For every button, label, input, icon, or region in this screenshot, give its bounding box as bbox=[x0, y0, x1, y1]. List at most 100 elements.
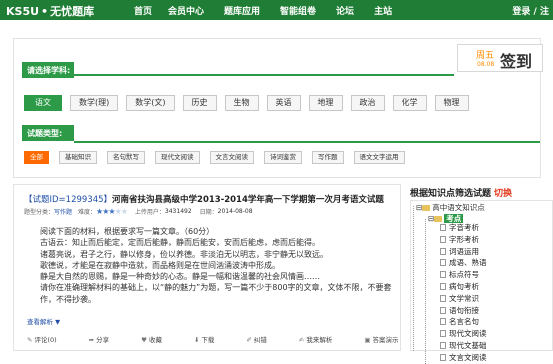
download-button[interactable]: ⬇ 下载 bbox=[194, 334, 230, 344]
tree-header-text: 根据知识点筛选试题 bbox=[410, 189, 492, 199]
tree-leaves: 字音考析 字形考析 词语运用 成语、熟语 标点符号 病句考析 文学常识 语句衔接… bbox=[440, 222, 487, 364]
subject-geography[interactable]: 地理 bbox=[308, 95, 343, 111]
subject-politics[interactable]: 政治 bbox=[350, 95, 385, 111]
login-link[interactable]: 登录 bbox=[512, 7, 530, 17]
type-section-title: 试题类型: bbox=[22, 125, 74, 141]
auth-links: 登录 / 注 bbox=[512, 4, 549, 17]
logo-name: 无忧题库 bbox=[50, 5, 95, 18]
type-classical-reading[interactable]: 文言文阅读 bbox=[209, 151, 254, 164]
subject-section-divider bbox=[74, 74, 454, 76]
type-language-use[interactable]: 语文文字运用 bbox=[353, 151, 405, 164]
subject-physics[interactable]: 物理 bbox=[434, 95, 469, 111]
tree-guide-line bbox=[413, 206, 414, 351]
body-line: 阅读下面的材料，根据要求写一篇文章。（60分） bbox=[40, 227, 215, 236]
type-famous-lines[interactable]: 名句默写 bbox=[107, 151, 145, 164]
question-body: 阅读下面的材料，根据要求写一篇文章。（60分） 古语云：知止而后能定，定而后能静… bbox=[40, 226, 396, 305]
nav-main-site[interactable]: 主站 bbox=[374, 4, 392, 17]
nav-member-center[interactable]: 会员中心 bbox=[168, 4, 204, 17]
subject-history[interactable]: 历史 bbox=[182, 95, 217, 111]
subject-english[interactable]: 英语 bbox=[266, 95, 301, 111]
type-label: 题型分类： bbox=[24, 209, 55, 216]
share-button[interactable]: ➦ 分享 bbox=[89, 334, 125, 344]
nav-home[interactable]: 首页 bbox=[134, 4, 152, 17]
date-label: 日期： bbox=[199, 209, 218, 216]
upload-user-label: 上传用户： bbox=[134, 209, 165, 216]
body-line: 请你在准确理解材料的基础上，以“静的魅力”为题，写一篇不少于800字的文章，文体… bbox=[40, 283, 392, 304]
type-section-divider bbox=[74, 141, 540, 143]
subject-math-arts[interactable]: 数学(文) bbox=[126, 95, 175, 111]
sign-date: 08.08 bbox=[477, 61, 495, 68]
tree-leaf[interactable]: 文学常识 bbox=[440, 293, 487, 305]
edit-icon: ✍ bbox=[298, 336, 305, 344]
sign-in-button[interactable]: 签到 bbox=[500, 48, 532, 72]
heart-icon: ♥ bbox=[141, 336, 147, 344]
document-icon bbox=[440, 294, 446, 302]
type-basics[interactable]: 基础知识 bbox=[59, 151, 97, 164]
comment-icon: ✎ bbox=[27, 336, 33, 344]
auth-separator: / bbox=[533, 7, 537, 17]
body-line: 静是大自然的恩赐，静是一种奇妙的心态。静是一幅和谐温馨的社会风情画…… bbox=[40, 272, 320, 282]
tree-leaf[interactable]: 字音考析 bbox=[440, 222, 487, 234]
tree-guide-line-inner bbox=[425, 219, 426, 364]
document-icon bbox=[440, 353, 446, 361]
nav-smart-paper[interactable]: 智能组卷 bbox=[280, 4, 316, 17]
tree-leaf[interactable]: 字形考析 bbox=[440, 234, 487, 246]
tree-leaf[interactable]: 名言名句 bbox=[440, 316, 487, 328]
analyze-button[interactable]: ✍ 我来解析 bbox=[299, 334, 348, 344]
tree-leaf[interactable]: 文言文阅读 bbox=[440, 352, 487, 364]
subject-chemistry[interactable]: 化学 bbox=[392, 95, 427, 111]
subject-math-science[interactable]: 数学(理) bbox=[70, 95, 119, 111]
correction-button[interactable]: ✐ 纠错 bbox=[246, 334, 282, 344]
site-logo[interactable]: KS5U • 无忧题库 bbox=[6, 3, 94, 19]
type-list: 全部 基础知识 名句默写 现代文阅读 文言文阅读 诗词鉴赏 写作题 语文文字运用 bbox=[24, 151, 415, 164]
body-line: 歌德说，才能是在寂静中造就，而品格则是在世间汹涌波涛中形成。 bbox=[40, 260, 280, 270]
document-icon bbox=[440, 224, 446, 231]
type-poetry[interactable]: 诗词鉴赏 bbox=[264, 151, 302, 164]
view-analysis-link[interactable]: 查看解析 ▼ bbox=[27, 316, 60, 326]
subject-chinese[interactable]: 语文 bbox=[24, 95, 62, 111]
tree-leaf[interactable]: 词语运用 bbox=[440, 246, 487, 258]
nav-bank-apps[interactable]: 题库应用 bbox=[224, 4, 260, 17]
type-modern-reading[interactable]: 现代文阅读 bbox=[155, 151, 200, 164]
logo-dot: • bbox=[41, 5, 49, 18]
nav-forum[interactable]: 论坛 bbox=[336, 4, 354, 17]
tree-header: 根据知识点筛选试题 切换 bbox=[410, 186, 512, 199]
question-actions: ✎ 评论(0) ➦ 分享 ♥ 收藏 ⬇ 下载 ✐ 纠错 ✍ 我来解析 ▣ 答案演示 bbox=[27, 334, 430, 344]
document-icon bbox=[440, 282, 446, 290]
tree-root-node[interactable]: ⊟ 高中语文知识点 bbox=[416, 202, 485, 213]
document-icon bbox=[440, 235, 446, 243]
share-icon: ➦ bbox=[88, 336, 95, 344]
type-value[interactable]: 写作题 bbox=[54, 207, 72, 216]
main-nav: 首页 会员中心 题库应用 智能组卷 论坛 主站 bbox=[134, 4, 412, 17]
subject-section-title: 请选择学科: bbox=[22, 62, 74, 78]
tree-leaf[interactable]: 语句衔接 bbox=[440, 305, 487, 317]
pencil-icon: ✐ bbox=[246, 336, 252, 344]
tree-leaf[interactable]: 成语、熟语 bbox=[440, 257, 487, 269]
document-icon bbox=[440, 259, 446, 267]
tree-leaf[interactable]: 标点符号 bbox=[440, 269, 487, 281]
sign-in-box[interactable]: 周五 08.08 签到 bbox=[457, 44, 543, 72]
date-value: 2014-08-08 bbox=[217, 208, 253, 215]
answer-demo-button[interactable]: ▣ 答案演示 bbox=[364, 334, 414, 344]
comment-button[interactable]: ✎ 评论(0) bbox=[27, 334, 73, 344]
tree-leaf[interactable]: 病句考析 bbox=[440, 281, 487, 293]
document-icon bbox=[440, 306, 446, 314]
sign-week: 周五 bbox=[476, 51, 495, 61]
tree-leaf[interactable]: 现代文阅读 bbox=[440, 328, 487, 340]
question-title[interactable]: 【试题ID=1299345】河南省扶沟县高级中学2013-2014学年高一下学期… bbox=[24, 193, 384, 205]
upload-user-value: 3431492 bbox=[164, 208, 192, 215]
question-id: 【试题ID=1299345】 bbox=[24, 195, 113, 205]
tree-leaf[interactable]: 现代文基础 bbox=[440, 340, 487, 352]
body-line: 古语云：知止而后能定，定而后能静，静而后能安，安而后能虑，虑而后能得。 bbox=[40, 238, 320, 248]
type-all[interactable]: 全部 bbox=[24, 151, 49, 164]
subject-list: 语文 数学(理) 数学(文) 历史 生物 英语 地理 政治 化学 物理 bbox=[24, 95, 477, 111]
type-writing[interactable]: 写作题 bbox=[312, 151, 344, 164]
logo-brand: KS5U bbox=[6, 5, 40, 18]
favorite-button[interactable]: ♥ 收藏 bbox=[141, 334, 178, 344]
register-link[interactable]: 注 bbox=[540, 7, 549, 17]
document-icon bbox=[440, 330, 446, 338]
subject-biology[interactable]: 生物 bbox=[224, 95, 259, 111]
folder-icon bbox=[422, 205, 431, 211]
difficulty-stars: ★★★★★ bbox=[96, 207, 128, 216]
tree-switch-link[interactable]: 切换 bbox=[494, 189, 512, 199]
